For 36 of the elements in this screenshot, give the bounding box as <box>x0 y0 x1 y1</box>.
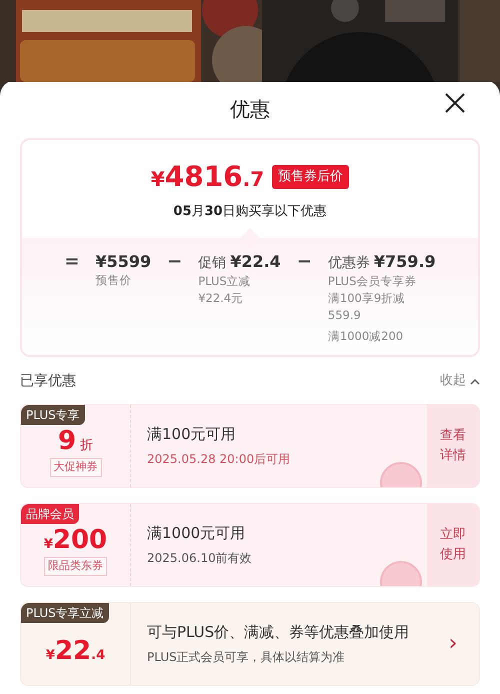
price-note: 满100享9折减559.9 <box>328 290 406 324</box>
price-note: PLUS立减 <box>198 272 252 290</box>
coupon-condition: 可与PLUS价、满减、券等优惠叠加使用 <box>147 622 410 644</box>
coupon-tag: PLUS专享 <box>21 404 85 424</box>
coupon-validity: PLUS正式会员可享，具体以结算为准 <box>147 648 345 666</box>
price-component: 促销 ¥22.4 <box>198 252 281 272</box>
coupon-action-button[interactable]: 立即使用 <box>427 504 479 586</box>
collapse-toggle[interactable]: 收起 <box>440 371 480 391</box>
coupon-tag: PLUS专享立减 <box>21 602 109 622</box>
sheet-title: 优惠 <box>230 96 270 123</box>
coupon-validity: 2025.06.10前有效 <box>147 550 252 567</box>
price-component: ¥5599 <box>95 252 152 272</box>
chevron-button[interactable]: › <box>427 602 479 684</box>
price-note: ¥22.4元 <box>198 290 244 306</box>
coupon-value: ¥22.4 <box>46 638 106 664</box>
section-title: 已享优惠 <box>20 372 76 390</box>
price-note: 满1000减200 <box>328 328 404 344</box>
date-note: 05月30日购买享以下优惠 <box>172 203 328 221</box>
price-note: PLUS会员专享券 <box>328 272 418 290</box>
coupon-condition: 满100元可用 <box>147 424 236 446</box>
price-note: 预售价 <box>95 272 132 288</box>
coupon-value: ¥200 <box>44 527 108 554</box>
operator-sign: − <box>296 252 312 274</box>
price-component: 优惠券 ¥759.9 <box>328 252 436 272</box>
final-price: ¥4816.7 <box>150 159 264 195</box>
coupon-condition: 满1000元可用 <box>147 523 246 544</box>
coupon-action-button[interactable]: 查看详情 <box>427 404 479 486</box>
chevron-up-icon <box>470 378 480 384</box>
coupon-tag: 品牌会员 <box>21 504 79 524</box>
operator-sign: = <box>64 252 80 274</box>
coupon-validity: 2025.05.28 20:00后可用 <box>147 450 290 468</box>
coupon-label: 限品类东券 <box>44 557 107 576</box>
operator-sign: − <box>167 252 182 274</box>
price-tag: 预售券后价 <box>272 165 350 189</box>
coupon-value: 9 折 <box>58 428 94 454</box>
coupon-label: 大促神券 <box>50 458 102 477</box>
